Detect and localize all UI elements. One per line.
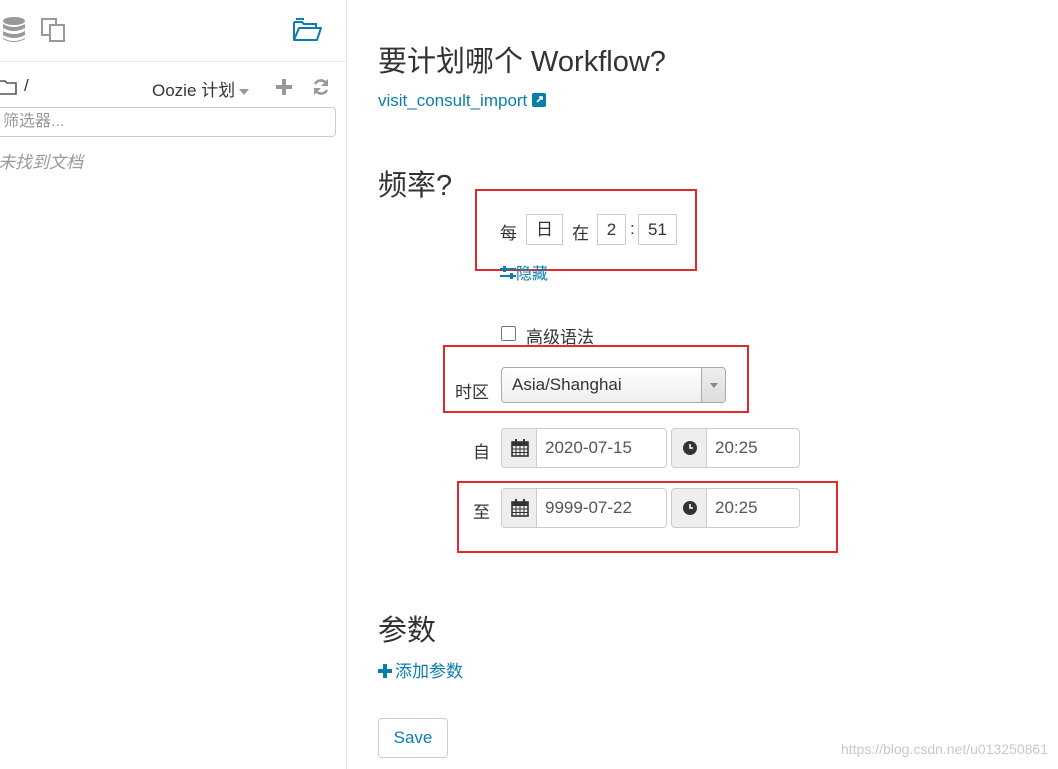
timezone-label: 时区 xyxy=(455,383,489,402)
sidebar-path[interactable]: / xyxy=(24,76,29,96)
start-date-input[interactable]: 2020-07-15 xyxy=(537,428,667,468)
folder-icon xyxy=(0,80,17,95)
empty-message: 未找到文档 xyxy=(0,153,83,172)
timezone-select[interactable]: Asia/Shanghai xyxy=(501,367,726,403)
end-date-addon[interactable] xyxy=(501,488,537,528)
clock-icon xyxy=(683,441,697,455)
frequency-hour-select[interactable]: 2 xyxy=(597,214,626,245)
refresh-icon[interactable] xyxy=(312,78,330,96)
save-button[interactable]: Save xyxy=(378,718,448,758)
add-param-link[interactable]: 添加参数 xyxy=(378,657,463,682)
workflow-heading: 要计划哪个 Workflow? xyxy=(378,46,666,78)
at-label: 在 xyxy=(572,224,589,243)
start-time-addon[interactable] xyxy=(671,428,707,468)
sliders-icon xyxy=(500,266,516,279)
time-separator: : xyxy=(630,219,635,238)
params-heading: 参数 xyxy=(378,615,437,647)
end-label: 至 xyxy=(473,503,490,522)
workflow-link[interactable]: visit_consult_import xyxy=(378,91,547,111)
calendar-icon xyxy=(511,439,529,457)
end-time-input[interactable]: 20:25 xyxy=(707,488,800,528)
database-icon[interactable] xyxy=(2,17,26,43)
documents-icon[interactable] xyxy=(40,17,66,43)
start-date-addon[interactable] xyxy=(501,428,537,468)
plus-icon xyxy=(378,664,392,678)
end-time-addon[interactable] xyxy=(671,488,707,528)
frequency-period-select[interactable]: 日 xyxy=(526,214,563,245)
start-label: 自 xyxy=(473,443,490,462)
chevron-down-icon xyxy=(239,88,250,95)
advanced-syntax-checkbox[interactable] xyxy=(501,326,516,341)
doc-type-label: Oozie 计划 xyxy=(152,81,236,100)
workflow-link-label: visit_consult_import xyxy=(378,91,528,110)
plus-icon[interactable] xyxy=(276,79,292,95)
timezone-value: Asia/Shanghai xyxy=(512,375,622,394)
end-date-input[interactable]: 9999-07-22 xyxy=(537,488,667,528)
frequency-minute-select[interactable]: 51 xyxy=(638,214,677,245)
sidebar: / Oozie 计划 未找到文档 xyxy=(0,0,347,769)
start-time-input[interactable]: 20:25 xyxy=(707,428,800,468)
every-label: 每 xyxy=(500,224,517,243)
frequency-heading: 频率? xyxy=(378,170,453,202)
sidebar-toolbar xyxy=(0,0,346,62)
chevron-down-icon xyxy=(701,368,725,402)
hide-label: 隐藏 xyxy=(516,266,549,283)
add-param-label: 添加参数 xyxy=(395,662,463,681)
watermark: https://blog.csdn.net/u013250861 xyxy=(840,741,1048,757)
hide-link[interactable]: 隐藏 xyxy=(500,260,548,284)
calendar-icon xyxy=(511,499,529,517)
external-link-icon xyxy=(532,93,547,107)
clock-icon xyxy=(683,501,697,515)
open-folder-icon[interactable] xyxy=(292,16,322,43)
doc-type-dropdown[interactable]: Oozie 计划 xyxy=(152,76,250,101)
filter-input[interactable] xyxy=(0,107,336,137)
